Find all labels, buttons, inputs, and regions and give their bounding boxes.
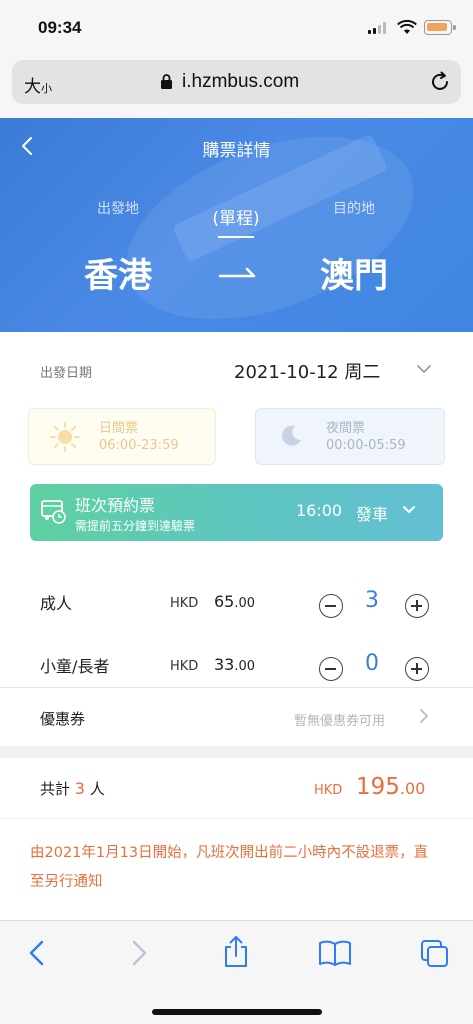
trip-type-underline	[218, 236, 254, 238]
cellular-signal-icon	[368, 22, 388, 34]
status-bar: 09:34	[0, 0, 473, 56]
chevron-right-icon[interactable]	[419, 708, 429, 724]
passenger-count: 3	[365, 588, 379, 613]
ticket-type-hours: 06:00-23:59	[99, 438, 179, 453]
coupon-value[interactable]: 暫無優惠券可用	[294, 710, 385, 729]
notice-text: 由2021年1月13日開始，凡班次開出前二小時內不設退票，直至另行通知	[30, 845, 429, 890]
passenger-row-child-senior: 小童/長者 HKD 33.00 0	[0, 645, 473, 685]
moon-icon	[282, 425, 301, 446]
total-currency: HKD	[314, 783, 343, 798]
wifi-icon	[397, 20, 417, 34]
browser-toolbar	[0, 920, 473, 1024]
increment-button[interactable]	[405, 594, 429, 618]
booking-form: 出發日期 2021-10-12 周二 日間票 06:00-23:59 夜間票 0…	[0, 332, 473, 746]
decrement-button[interactable]	[319, 657, 343, 681]
trip-type: (單程)	[212, 209, 260, 229]
forward-icon[interactable]	[128, 939, 150, 967]
back-icon[interactable]	[26, 939, 48, 967]
price-currency: HKD	[170, 659, 199, 674]
divider	[0, 687, 473, 688]
departure-date-value[interactable]: 2021-10-12 周二	[234, 358, 380, 384]
total-summary: 共計 3 人 HKD 195.00	[0, 758, 473, 818]
address-bar[interactable]: 大小 i.hzmbus.com	[12, 60, 461, 104]
share-icon[interactable]	[222, 935, 250, 969]
lock-icon	[161, 74, 172, 89]
home-indicator	[152, 1009, 322, 1015]
ticket-type-name: 夜間票	[326, 421, 366, 436]
browser-address-area: 大小 i.hzmbus.com	[0, 56, 473, 118]
departure-time: 16:00	[296, 501, 343, 520]
passenger-type: 成人	[40, 594, 73, 613]
passenger-price: 65.00	[214, 592, 256, 611]
text-size-button[interactable]: 大小	[24, 72, 52, 97]
total-people: 共計 3 人	[40, 779, 105, 798]
destination-label: 目的地	[333, 201, 375, 217]
day-ticket-option[interactable]: 日間票 06:00-23:59	[28, 408, 216, 465]
passenger-count: 0	[365, 651, 379, 676]
passenger-row-adult: 成人 HKD 65.00 3	[0, 582, 473, 622]
origin-label: 出發地	[97, 201, 139, 217]
increment-button[interactable]	[405, 657, 429, 681]
coupon-label: 優惠券	[40, 710, 86, 728]
sun-icon	[50, 422, 80, 452]
tabs-icon[interactable]	[420, 939, 450, 969]
chevron-down-icon	[403, 506, 415, 513]
reload-icon[interactable]	[429, 71, 451, 93]
bookmarks-icon[interactable]	[318, 939, 352, 967]
departure-action-label: 發車	[356, 505, 389, 524]
destination-city[interactable]: 澳門	[298, 248, 410, 297]
ticket-type-hours: 00:00-05:59	[326, 438, 406, 453]
origin-city[interactable]: 香港	[62, 248, 174, 297]
departure-date-label: 出發日期	[40, 366, 93, 381]
booking-title: 班次預約票	[75, 496, 156, 515]
night-ticket-option[interactable]: 夜間票 00:00-05:59	[255, 408, 445, 465]
refund-notice: 由2021年1月13日開始，凡班次開出前二小時內不設退票，直至另行通知	[0, 818, 473, 920]
battery-icon	[424, 20, 456, 35]
chevron-down-icon[interactable]	[416, 364, 432, 374]
ticket-type-name: 日間票	[99, 421, 139, 436]
booking-subtitle: 需提前五分鐘到達驗票	[75, 519, 196, 533]
passenger-type: 小童/長者	[40, 657, 110, 676]
price-currency: HKD	[170, 596, 199, 611]
page-title: 購票詳情	[202, 141, 271, 161]
passenger-price: 33.00	[214, 655, 256, 674]
total-amount: 195.00	[356, 774, 426, 800]
decrement-button[interactable]	[319, 594, 343, 618]
status-time: 09:34	[38, 18, 82, 37]
scheduled-ticket-selector[interactable]: 班次預約票 需提前五分鐘到達驗票 16:00 發車	[30, 484, 443, 541]
route-arrow-icon	[218, 267, 256, 278]
route-header: 購票詳情 出發地 目的地 (單程) 香港 澳門	[0, 118, 473, 332]
bus-clock-icon	[41, 500, 66, 524]
url-text: i.hzmbus.com	[182, 71, 300, 92]
